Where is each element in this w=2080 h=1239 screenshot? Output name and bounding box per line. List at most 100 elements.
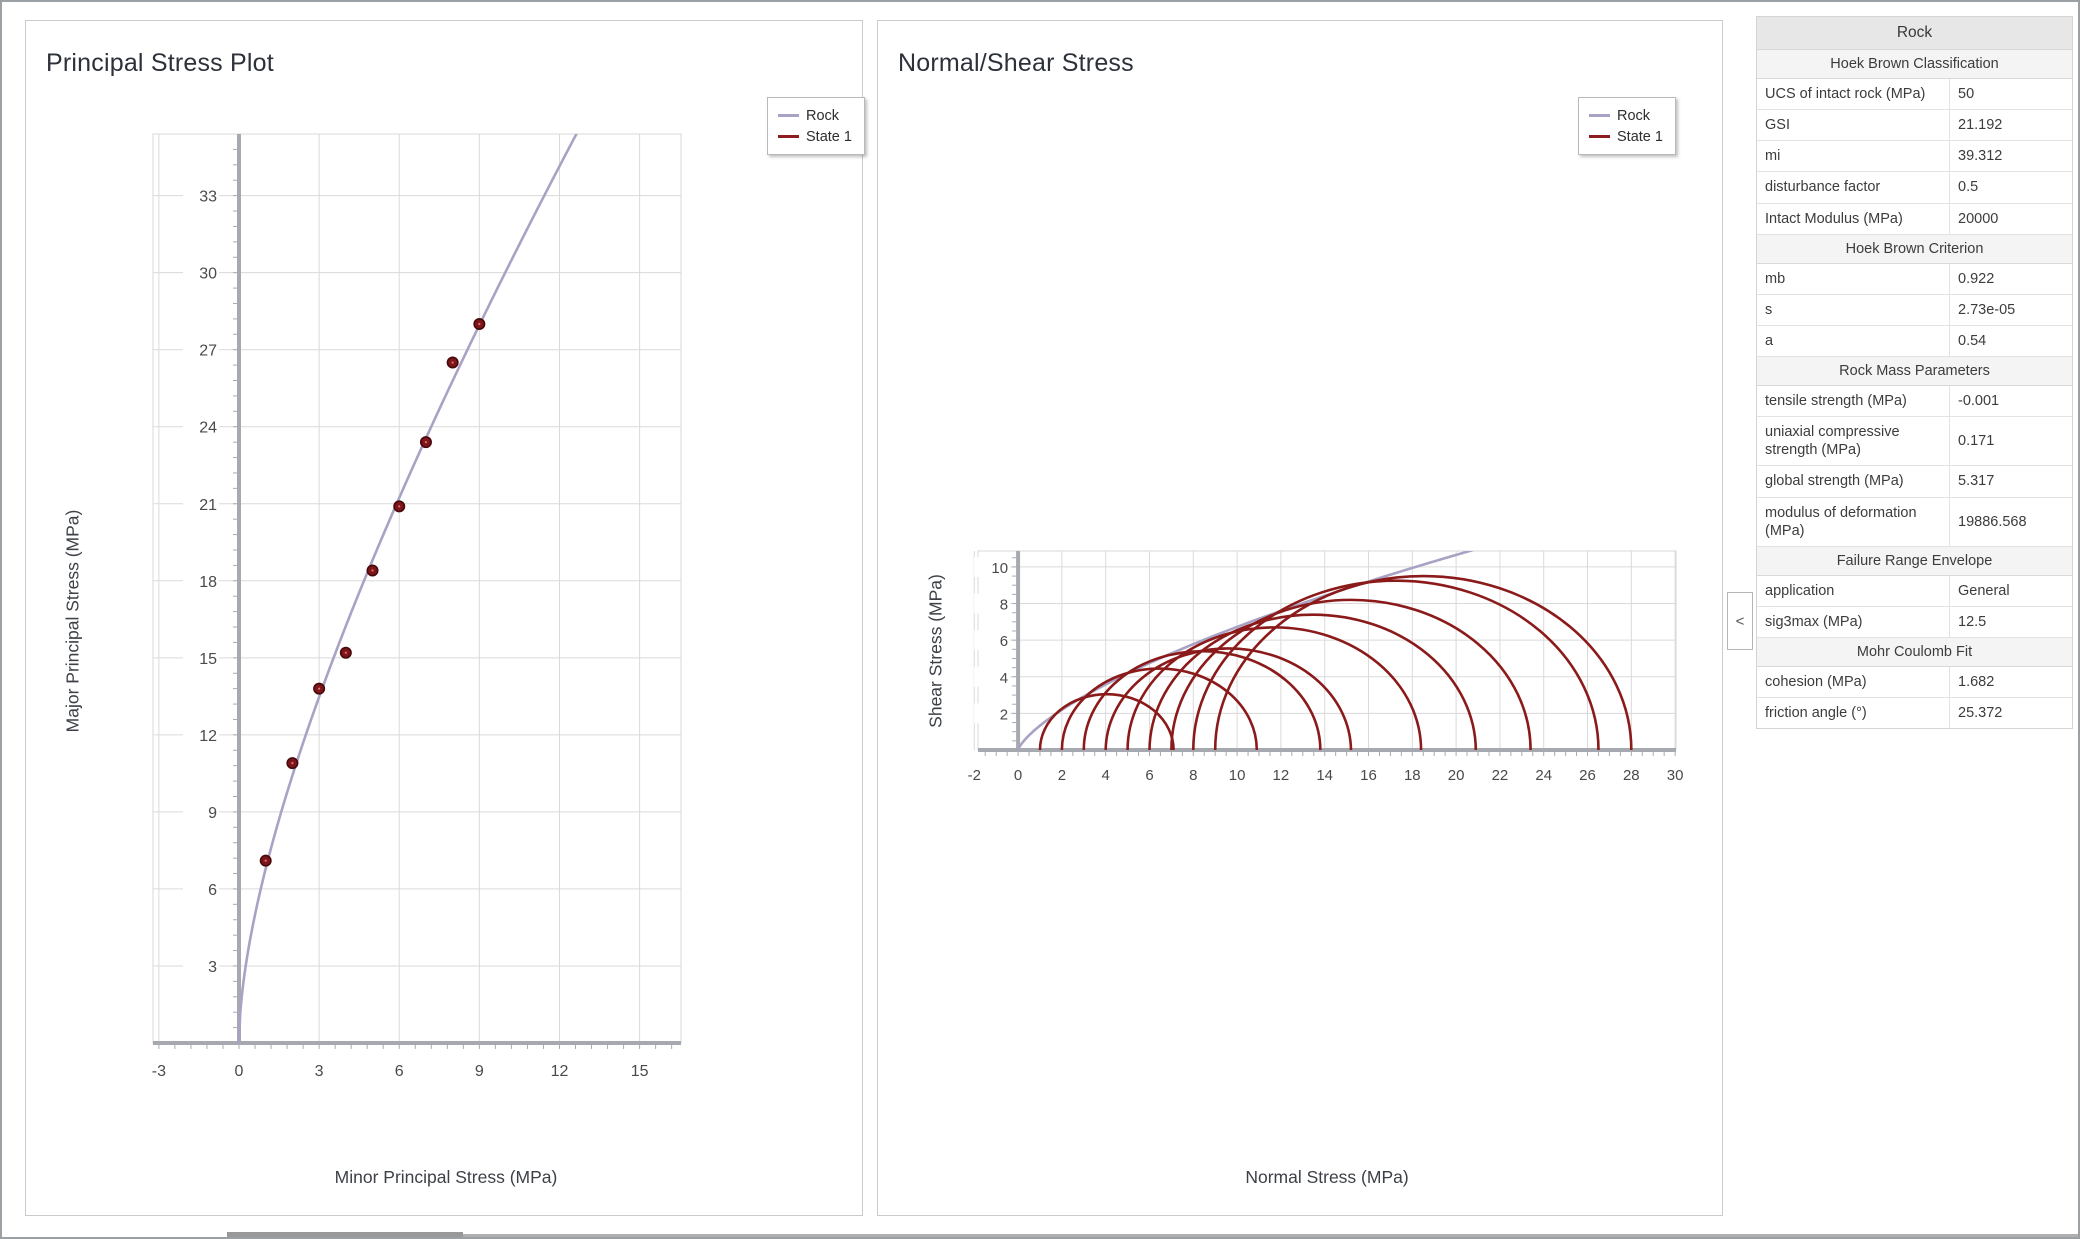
table-row: mi39.312 (1757, 141, 2072, 172)
table-row-label: mb (1757, 264, 1950, 294)
table-section-header: Rock Mass Parameters (1757, 357, 2072, 386)
x-tick-label: 28 (1623, 767, 1640, 784)
x-tick-label: -3 (152, 1063, 166, 1080)
table-row-label: mi (1757, 141, 1950, 171)
table-row-label: a (1757, 326, 1950, 356)
table-section-header: Failure Range Envelope (1757, 547, 2072, 576)
table-row: a0.54 (1757, 326, 2072, 357)
table-row-label: Intact Modulus (MPa) (1757, 204, 1950, 234)
table-row-value: 12.5 (1950, 607, 2072, 637)
table-row: tensile strength (MPa)-0.001 (1757, 386, 2072, 417)
y-tick-label: 8 (1000, 597, 1008, 614)
x-tick-label: 0 (1014, 767, 1022, 784)
table-section-header: Hoek Brown Criterion (1757, 235, 2072, 264)
data-point-center (291, 762, 293, 764)
legend-item-state1[interactable]: State 1 (1589, 126, 1663, 147)
mohr-legend: Rock State 1 (1578, 97, 1676, 155)
table-row-value: 2.73e-05 (1950, 295, 2072, 325)
y-tick-label: 21 (199, 497, 217, 514)
data-point-center (452, 361, 454, 363)
data-point-center (478, 323, 480, 325)
y-tick-label: 15 (199, 651, 217, 668)
data-point-center (345, 652, 347, 654)
y-tick-label: 30 (199, 266, 217, 283)
rock-table-title: Rock (1757, 17, 2072, 50)
state1-line-swatch (1589, 135, 1610, 138)
x-tick-label: 9 (475, 1063, 484, 1080)
normal-shear-panel: Normal/Shear Stress Shear Stress (MPa) N… (877, 20, 1723, 1216)
table-row-value: 39.312 (1950, 141, 2072, 171)
table-row: friction angle (°)25.372 (1757, 698, 2072, 728)
table-row-label: cohesion (MPa) (1757, 667, 1950, 697)
table-row-label: friction angle (°) (1757, 698, 1950, 728)
y-tick-label: 4 (1000, 670, 1008, 687)
state1-line-swatch (778, 135, 799, 138)
table-row-label: disturbance factor (1757, 172, 1950, 202)
principal-legend: Rock State 1 (767, 97, 865, 155)
x-tick-label: 24 (1535, 767, 1552, 784)
x-tick-label: -2 (968, 767, 981, 784)
legend-item-state1[interactable]: State 1 (778, 126, 852, 147)
data-point-center (425, 441, 427, 443)
data-point-center (318, 688, 320, 690)
y-tick-label: 27 (199, 343, 217, 360)
plot-border (978, 551, 1676, 750)
table-row-label: GSI (1757, 110, 1950, 140)
table-row-value: 0.171 (1950, 417, 2072, 465)
y-tick-label: 33 (199, 189, 217, 206)
x-tick-label: 22 (1492, 767, 1509, 784)
mohr-circle (1171, 600, 1530, 750)
mohr-circle (1149, 615, 1475, 750)
table-row-value: General (1950, 576, 2072, 606)
sidebar-collapse-button[interactable]: < (1727, 592, 1753, 650)
table-row: UCS of intact rock (MPa)50 (1757, 79, 2072, 110)
x-tick-label: 12 (1273, 767, 1290, 784)
table-row: cohesion (MPa)1.682 (1757, 667, 2072, 698)
table-row-label: global strength (MPa) (1757, 466, 1950, 496)
legend-item-rock[interactable]: Rock (1589, 105, 1663, 126)
table-row-value: 0.54 (1950, 326, 2072, 356)
table-row: Intact Modulus (MPa)20000 (1757, 204, 2072, 235)
table-row: modulus of deformation (MPa)19886.568 (1757, 498, 2072, 547)
chevron-left-icon: < (1736, 613, 1745, 630)
y-tick-label: 6 (1000, 633, 1008, 650)
x-tick-label: 6 (1145, 767, 1153, 784)
table-row: GSI21.192 (1757, 110, 2072, 141)
table-row-value: 1.682 (1950, 667, 2072, 697)
table-row: applicationGeneral (1757, 576, 2072, 607)
y-tick-label: 9 (208, 805, 217, 822)
table-row-value: 0.5 (1950, 172, 2072, 202)
principal-stress-panel: Principal Stress Plot Major Principal St… (25, 20, 863, 1216)
table-row: global strength (MPa)5.317 (1757, 466, 2072, 497)
principal-stress-chart[interactable]: -3036912153691215182124273033 (26, 21, 862, 1215)
mohr-circle (1062, 669, 1257, 750)
table-row-value: 0.922 (1950, 264, 2072, 294)
rock-failure-curve (239, 21, 681, 1043)
table-row-value: 19886.568 (1950, 498, 2072, 546)
table-row-value: 20000 (1950, 204, 2072, 234)
x-tick-label: 14 (1316, 767, 1333, 784)
x-tick-label: 18 (1404, 767, 1421, 784)
x-tick-label: 0 (235, 1063, 244, 1080)
x-tick-label: 30 (1667, 767, 1684, 784)
table-row: disturbance factor0.5 (1757, 172, 2072, 203)
table-row-label: application (1757, 576, 1950, 606)
rock-line-swatch (1589, 114, 1610, 117)
bottom-panel-edge-dark (227, 1232, 463, 1237)
x-tick-label: 8 (1189, 767, 1197, 784)
table-row: mb0.922 (1757, 264, 2072, 295)
legend-item-rock[interactable]: Rock (778, 105, 852, 126)
table-row-label: uniaxial compressive strength (MPa) (1757, 417, 1950, 465)
x-tick-label: 20 (1448, 767, 1465, 784)
x-tick-label: 3 (315, 1063, 324, 1080)
y-tick-label: 2 (1000, 706, 1008, 723)
data-point-center (371, 569, 373, 571)
x-tick-label: 16 (1360, 767, 1377, 784)
mohr-circles-chart[interactable]: -2024681012141618202224262830246810 (878, 21, 1722, 1215)
table-row-label: sig3max (MPa) (1757, 607, 1950, 637)
x-tick-label: 4 (1102, 767, 1110, 784)
rock-table: Rock Hoek Brown ClassificationUCS of int… (1756, 16, 2073, 729)
x-tick-label: 12 (551, 1063, 569, 1080)
x-tick-label: 6 (395, 1063, 404, 1080)
table-row-label: tensile strength (MPa) (1757, 386, 1950, 416)
